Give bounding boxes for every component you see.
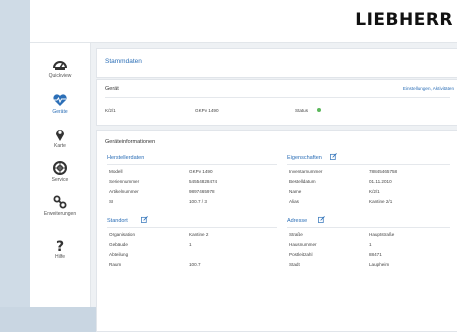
- field-label: SI: [109, 199, 114, 204]
- sidebar-item-label: Geräte: [52, 109, 68, 115]
- field-label: Gebäude: [109, 242, 128, 247]
- edit-icon[interactable]: [318, 216, 325, 223]
- lifebuoy-icon: [53, 161, 67, 175]
- sidebar-item-quickview[interactable]: Quickview: [30, 57, 90, 79]
- divider: [287, 164, 450, 165]
- field-label: Inventarnummer: [289, 169, 323, 174]
- adresse-title: Adresse: [287, 218, 308, 224]
- sidebar-item-service[interactable]: Service: [30, 161, 90, 183]
- field-value: 54554828474: [189, 179, 218, 184]
- edit-icon[interactable]: [141, 216, 148, 223]
- sidebar-item-erweiterungen[interactable]: Erweiterungen: [30, 195, 90, 217]
- link-icon: [53, 195, 67, 209]
- sidebar: Quickview Geräte Karte Service Erweiteru…: [30, 43, 91, 307]
- field-value: 1: [369, 242, 372, 247]
- geraet-settings-link[interactable]: Einstellungen, Aktivitäten: [403, 86, 454, 91]
- sidebar-item-hilfe[interactable]: ? Hilfe: [30, 238, 90, 260]
- field-value: Laupheim: [369, 262, 390, 267]
- field-value: Kantine 2/1: [369, 199, 393, 204]
- geraet-heading: Gerät: [105, 86, 119, 92]
- geraet-model: GKPv 1490: [195, 108, 219, 113]
- herstellerdaten-title: Herstellerdaten: [107, 155, 145, 161]
- edit-icon[interactable]: [330, 153, 337, 160]
- geraet-card: Gerät Einstellungen, Aktivitäten K/2/1 G…: [96, 79, 457, 126]
- field-value: 100.7 / 3: [189, 199, 207, 204]
- field-label: Straße: [289, 232, 303, 237]
- geraeteinformationen-card: Geräteinformationen Herstellerdaten Mode…: [96, 130, 457, 332]
- map-pin-icon: [56, 130, 64, 141]
- field-label: Artikelnummer: [109, 189, 139, 194]
- help-icon: ?: [56, 239, 64, 252]
- eigenschaften-title: Eigenschaften: [287, 155, 322, 161]
- svg-text:?: ?: [56, 239, 64, 252]
- header: LIEBHERR: [30, 0, 457, 43]
- sidebar-item-label: Quickview: [48, 73, 72, 79]
- sidebar-item-label: Erweiterungen: [43, 211, 77, 217]
- field-label: Organisation: [109, 232, 136, 237]
- field-label: Abteilung: [109, 252, 129, 257]
- brand-logo[interactable]: LIEBHERR: [355, 10, 453, 30]
- field-label: Bestelldatum: [289, 179, 316, 184]
- divider: [107, 227, 277, 228]
- section-title: Stammdaten: [105, 58, 142, 65]
- standort-title: Standort: [107, 218, 128, 224]
- field-value: 78845465758: [369, 169, 398, 174]
- info-title: Geräteinformationen: [105, 139, 156, 145]
- divider: [287, 227, 450, 228]
- app-window: LIEBHERR Quickview Geräte Karte Service …: [30, 0, 457, 332]
- gauge-icon: [53, 61, 67, 70]
- sidebar-item-geraete[interactable]: Geräte: [30, 93, 90, 115]
- geraet-id: K/2/1: [105, 108, 116, 113]
- field-value: Kantine 2: [189, 232, 209, 237]
- field-label: Hausnummer: [289, 242, 317, 247]
- field-value: 1: [189, 242, 192, 247]
- field-label: Name: [289, 189, 302, 194]
- status-indicator: [317, 108, 321, 112]
- field-label: Stadt: [289, 262, 300, 267]
- divider: [105, 97, 450, 98]
- sidebar-item-label: Service: [51, 177, 69, 183]
- field-label: Alias: [289, 199, 299, 204]
- field-value: 01.11.2010: [369, 179, 392, 184]
- field-value: 100.7: [189, 262, 201, 267]
- field-value: 9897465978: [189, 189, 215, 194]
- sidebar-item-label: Karte: [54, 143, 66, 149]
- heart-pulse-icon: [53, 94, 67, 106]
- field-label: Postleitzahl: [289, 252, 313, 257]
- field-label: Modell: [109, 169, 123, 174]
- divider: [107, 164, 277, 165]
- field-value: K/2/1: [369, 189, 380, 194]
- field-label: Seriennummer: [109, 179, 140, 184]
- field-value: 88471: [369, 252, 382, 257]
- field-value: GKPv 1490: [189, 169, 213, 174]
- stammdaten-card: Stammdaten: [96, 48, 457, 78]
- field-label: Raum: [109, 262, 122, 267]
- sidebar-item-karte[interactable]: Karte: [30, 127, 90, 149]
- status-label: Status: [295, 108, 309, 113]
- field-value: Hauptstraße: [369, 232, 395, 237]
- sidebar-item-label: Hilfe: [54, 254, 65, 260]
